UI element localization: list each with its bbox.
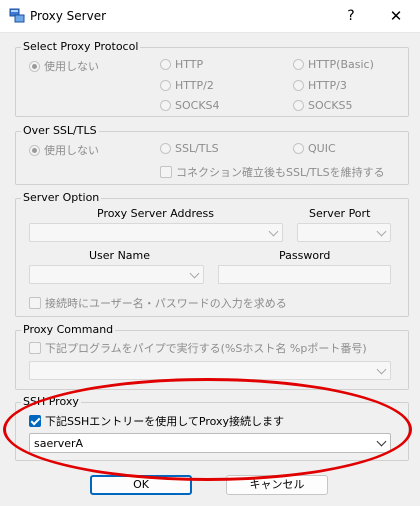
chevron-down-icon [268, 226, 279, 236]
use-ssh-entry-checkbox[interactable]: 下記SSHエントリーを使用してProxy接続します [29, 413, 284, 429]
radio-dot [29, 60, 40, 72]
chevron-down-icon [189, 268, 200, 278]
radio-label: HTTP [175, 58, 204, 71]
port-label: Server Port [309, 207, 371, 220]
command-combo[interactable] [29, 361, 391, 380]
chevron-down-icon [376, 436, 387, 447]
command-group-title: Proxy Command [21, 323, 116, 337]
ssl-radio-none[interactable]: 使用しない [29, 142, 99, 158]
radio-dot [293, 80, 304, 91]
radio-dot [160, 143, 171, 154]
radio-socks5[interactable]: SOCKS5 [293, 99, 353, 112]
password-label: Password [279, 249, 331, 262]
radio-label: SSL/TLS [175, 142, 219, 155]
ssl-radio-ssltls[interactable]: SSL/TLS [160, 142, 219, 155]
radio-socks4[interactable]: SOCKS4 [160, 99, 220, 112]
user-combo[interactable] [29, 265, 204, 284]
radio-http[interactable]: HTTP [160, 58, 203, 71]
ssh-entry-combo[interactable]: saerverA [29, 433, 391, 453]
user-label: User Name [89, 249, 151, 262]
checkbox-label: コネクション確立後もSSL/TLSを維持する [176, 166, 385, 179]
checkbox-box [29, 297, 41, 309]
checkbox-label: 下記SSHエントリーを使用してProxy接続します [45, 415, 285, 428]
pipe-command-checkbox[interactable]: 下記プログラムをパイプで実行する(%Sホスト名 %pポート番号) [29, 340, 367, 356]
close-button[interactable]: ✕ [382, 6, 410, 26]
checkbox-label: 接続時にユーザー名・パスワードの入力を求める [45, 297, 287, 310]
radio-dot [293, 100, 304, 111]
chevron-down-icon [376, 226, 387, 236]
server-group-title: Server Option [21, 191, 102, 205]
radio-label: HTTP/2 [175, 79, 214, 92]
title-bar: Proxy Server ? ✕ [0, 0, 420, 33]
radio-http-basic[interactable]: HTTP(Basic) [293, 58, 374, 71]
ok-button[interactable]: OK [90, 475, 192, 495]
password-field[interactable] [218, 265, 391, 284]
radio-dot [160, 80, 171, 91]
radio-dot [29, 144, 40, 156]
ssl-group-title: Over SSL/TLS [21, 124, 99, 138]
command-group: Proxy Command [15, 323, 409, 390]
radio-label: HTTP/3 [308, 79, 347, 92]
radio-none[interactable]: 使用しない [29, 58, 99, 74]
radio-label: 使用しない [44, 144, 99, 157]
checkbox-box [160, 166, 172, 178]
radio-http3[interactable]: HTTP/3 [293, 79, 347, 92]
radio-http2[interactable]: HTTP/2 [160, 79, 214, 92]
prompt-credentials-checkbox[interactable]: 接続時にユーザー名・パスワードの入力を求める [29, 295, 287, 311]
chevron-down-icon [376, 364, 387, 374]
checkbox-checked-icon [29, 415, 41, 427]
radio-label: HTTP(Basic) [308, 58, 374, 71]
radio-label: 使用しない [44, 60, 99, 73]
checkbox-label: 下記プログラムをパイプで実行する(%Sホスト名 %pポート番号) [45, 342, 367, 355]
ssh-group-title: SSH Proxy [21, 395, 81, 409]
help-button[interactable]: ? [337, 6, 365, 26]
protocol-group-title: Select Proxy Protocol [21, 40, 141, 54]
radio-dot [160, 100, 171, 111]
ssl-radio-quic[interactable]: QUIC [293, 142, 336, 155]
cancel-button[interactable]: キャンセル [226, 475, 328, 495]
radio-dot [293, 59, 304, 70]
port-combo[interactable] [297, 223, 391, 242]
address-label: Proxy Server Address [97, 207, 215, 220]
radio-label: QUIC [308, 142, 336, 155]
radio-label: SOCKS5 [308, 99, 353, 112]
address-combo[interactable] [29, 223, 283, 242]
keep-ssl-checkbox[interactable]: コネクション確立後もSSL/TLSを維持する [160, 164, 385, 180]
radio-dot [293, 143, 304, 154]
checkbox-box [29, 342, 41, 354]
ssh-entry-value: saerverA [34, 437, 84, 450]
radio-dot [160, 59, 171, 70]
app-icon [9, 8, 25, 23]
window-title: Proxy Server [30, 9, 107, 23]
radio-label: SOCKS4 [175, 99, 220, 112]
